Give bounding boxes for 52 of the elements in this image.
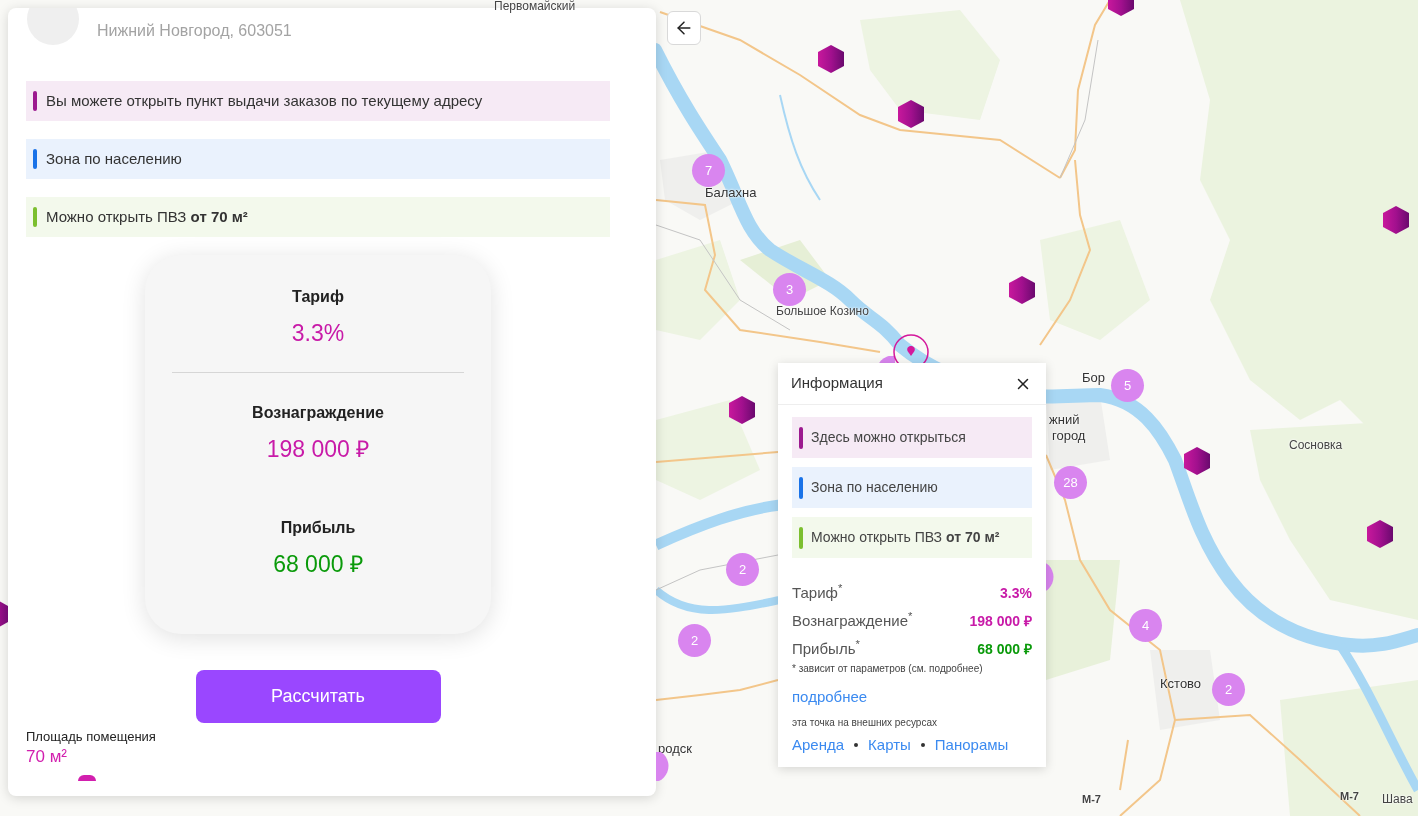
external-link[interactable]: Панорамы (934, 735, 1009, 755)
address-text: Нижний Новгород, 603051 (97, 21, 292, 41)
place-label: Кстово (1160, 676, 1202, 691)
place-label: Первомайский (494, 0, 576, 13)
metric-value: 3.3% (1000, 583, 1032, 603)
road-label: М-7 (1340, 790, 1359, 803)
hexagon-marker-icon[interactable] (1184, 447, 1210, 475)
notice-text: Здесь можно открыться (811, 428, 966, 447)
area-value: 70 м² (26, 747, 68, 767)
notice-text: Зона по населению (46, 148, 182, 169)
bullet-icon (854, 743, 859, 747)
place-label: родск (658, 741, 692, 756)
back-button[interactable] (667, 11, 701, 45)
hexagon-marker-icon[interactable] (729, 396, 755, 424)
metric-label: Тариф (292, 287, 344, 307)
popup-title: Информация (791, 373, 883, 394)
metric-value: 198 000 ₽ (266, 435, 370, 463)
road-label: М-7 (1082, 793, 1101, 806)
metric-value: 3.3% (291, 319, 345, 347)
calculate-button[interactable]: Рассчитать (195, 670, 441, 723)
more-link[interactable]: подробнее (792, 687, 868, 707)
hexagon-marker-icon[interactable] (818, 45, 844, 73)
place-label: город (1052, 428, 1086, 443)
metric-value: 68 000 ₽ (977, 639, 1032, 659)
footnote-text: * зависит от параметров (см. подробнее) (792, 663, 984, 675)
notice-text: Вы можете открыть пункт выдачи заказов по текущему адресу (46, 90, 483, 111)
notice-text: Можно открыть ПВЗ от 70 м² (811, 528, 1000, 547)
metric-label: Тариф$^{*}$ (792, 581, 843, 603)
slider-thumb[interactable] (78, 775, 96, 781)
metric-label: Прибыль (280, 518, 356, 538)
bullet-icon (920, 743, 925, 747)
metric-value: 198 000 ₽ (969, 611, 1032, 631)
external-caption: эта точка на внешних ресурсах (792, 717, 938, 729)
hexagon-marker-icon[interactable] (1009, 276, 1035, 304)
place-label: Шава (1382, 793, 1413, 806)
hexagon-marker-icon[interactable] (1367, 520, 1393, 548)
hexagon-marker-icon[interactable] (898, 100, 924, 128)
place-label: Балахна (705, 185, 757, 200)
external-link[interactable]: Карты (868, 735, 911, 755)
place-label: Бор (1082, 370, 1105, 385)
metric-label: Вознаграждение$^{*}$ (792, 609, 913, 631)
place-label: Большое Козино (776, 305, 869, 318)
metric-label: Вознаграждение (252, 403, 384, 423)
notice-text: Можно открыть ПВЗ от 70 м² (46, 206, 248, 227)
metric-value: 68 000 ₽ (273, 550, 363, 578)
metric-label: Прибыль$^{*}$ (792, 637, 860, 659)
external-link[interactable]: Аренда (792, 735, 845, 755)
place-label: Сосновка (1289, 439, 1343, 452)
area-label: Площадь помещения (26, 729, 156, 745)
notice-text: Зона по населению (811, 478, 938, 497)
place-label: жний (1049, 412, 1080, 427)
hexagon-marker-icon[interactable] (1383, 206, 1409, 234)
